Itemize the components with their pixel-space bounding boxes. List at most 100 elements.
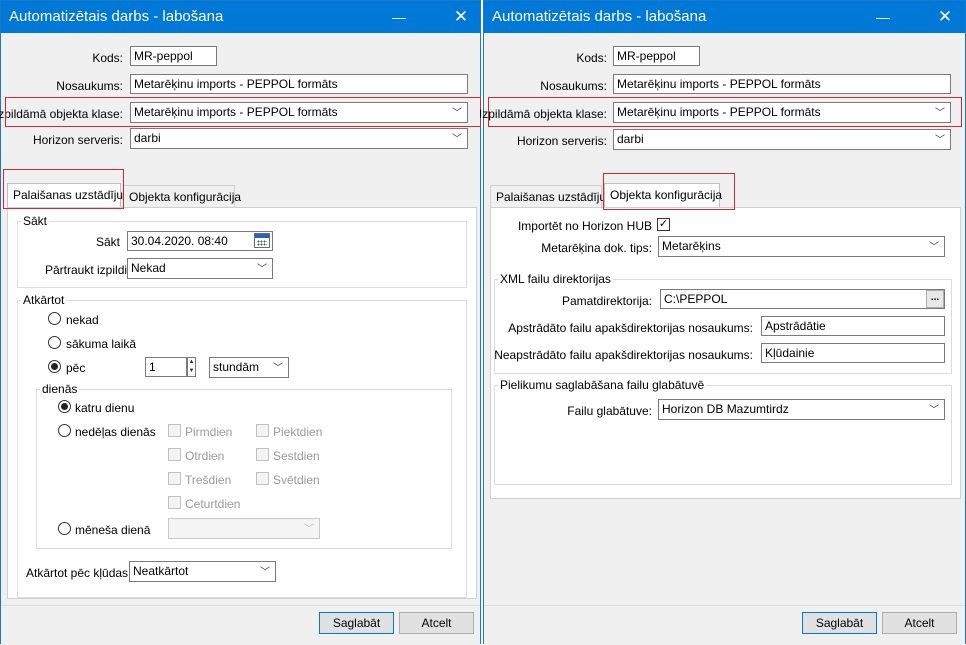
radio-katru-label: katru dienu [75, 401, 135, 415]
hub-checkbox[interactable]: ✓ [657, 218, 670, 231]
pielikumu-group-title: Pielikumu saglabāšana failu glabātuvē [498, 378, 707, 392]
radio-pec[interactable] [48, 360, 61, 373]
check-otrdien-label: Otrdien [185, 449, 225, 463]
chevron-down-icon: ﹀ [935, 135, 945, 146]
neapstr-input[interactable]: Kļūdainie [761, 343, 945, 363]
sakt-group-title: Sākt [21, 214, 50, 228]
chevron-down-icon: ﹀ [273, 363, 283, 374]
calendar-icon[interactable] [254, 233, 270, 248]
check-svetdien[interactable] [256, 472, 269, 485]
right-titlebar: Automatizētais darbs - labošana — ✕ [484, 1, 965, 33]
left-nosaukums-label: Nosaukums: [56, 79, 123, 93]
left-window-title: Automatizētais darbs - labošana [9, 8, 224, 25]
right-kods-label: Kods: [576, 51, 607, 65]
radio-nedelas-dienas[interactable] [58, 424, 71, 437]
partraukt-label: Pārtraukt izpildi [45, 263, 128, 277]
radio-menesa-label: mēneša dienā [75, 523, 151, 537]
right-window-title: Automatizētais darbs - labošana [492, 8, 707, 25]
left-serveris-value: darbi [134, 131, 161, 145]
left-dialog-window: Automatizētais darbs - labošana — ✕ Kods… [0, 0, 481, 645]
pamat-input[interactable]: C:\PEPPOL [660, 289, 945, 309]
tips-value: Metarēķins [662, 239, 721, 253]
spin-up-icon[interactable]: ▲ [188, 358, 195, 367]
menesa-diena-select[interactable]: ﹀ [168, 518, 320, 539]
right-kods-input[interactable]: MR-peppol [613, 46, 700, 66]
left-cancel-button[interactable]: Atcelt [399, 612, 474, 634]
atkartot-group-title: Atkārtot [21, 293, 67, 307]
left-close-button[interactable]: ✕ [445, 1, 477, 33]
spin-down-icon[interactable]: ▼ [188, 367, 195, 376]
left-kods-input[interactable]: MR-peppol [130, 46, 217, 66]
radio-pec-label: pēc [66, 361, 86, 375]
right-tab-highlight [603, 173, 735, 210]
right-serveris-value: darbi [617, 132, 644, 146]
kludas-select[interactable]: Neatkārtot ﹀ [129, 561, 276, 582]
right-dialog-window: Automatizētais darbs - labošana — ✕ Kods… [479, 0, 966, 645]
right-nosaukums-label: Nosaukums: [540, 79, 607, 93]
check-tresdien-label: Trešdien [185, 473, 232, 487]
pec-unit-select[interactable]: stundām ﹀ [209, 357, 289, 378]
chevron-down-icon: ﹀ [257, 264, 267, 275]
check-otrdien[interactable] [168, 448, 181, 461]
left-klase-highlight [5, 97, 481, 127]
check-ceturtdien[interactable] [168, 496, 181, 509]
check-piektdien-label: Piektdien [273, 425, 323, 439]
left-tab-highlight [3, 169, 124, 209]
pec-spinner[interactable]: ▲ ▼ [187, 357, 196, 377]
glab-value: Horizon DB Mazumtirdz [662, 402, 789, 416]
left-minimize-button[interactable]: — [383, 1, 415, 33]
radio-katru-dienu[interactable] [58, 400, 71, 413]
left-save-button[interactable]: Saglabāt [319, 612, 394, 634]
tips-label: Metarēķina dok. tips: [541, 241, 652, 255]
check-ceturtdien-label: Ceturtdien [185, 497, 241, 511]
left-kods-label: Kods: [92, 51, 123, 65]
check-piektdien[interactable] [256, 424, 269, 437]
right-tab-palaisanas[interactable]: Palaišanas uzstādījumi [490, 185, 619, 207]
chevron-down-icon: ﹀ [260, 567, 270, 578]
radio-menesa-diena[interactable] [58, 522, 71, 535]
right-cancel-button[interactable]: Atcelt [882, 612, 957, 634]
partraukt-value: Nekad [131, 261, 166, 275]
left-tab-objekta[interactable]: Objekta konfigurācija [123, 185, 241, 207]
left-serveris-select[interactable]: darbi ﹀ [130, 128, 468, 149]
tips-select[interactable]: Metarēķins ﹀ [658, 236, 945, 257]
browse-dots-button[interactable]: ... [926, 290, 944, 308]
check-sestdien[interactable] [256, 448, 269, 461]
right-serveris-select[interactable]: darbi ﹀ [613, 129, 951, 150]
check-pirmdien[interactable] [168, 424, 181, 437]
right-save-button[interactable]: Saglabāt [802, 612, 877, 634]
sakt-datetime-input[interactable]: 30.04.2020. 08:40 [127, 231, 273, 251]
radio-nekad[interactable] [48, 312, 61, 325]
partraukt-select[interactable]: Nekad ﹀ [127, 258, 273, 279]
apstr-label: Apstrādāto failu apakšdirektorijas nosau… [508, 321, 753, 335]
chevron-down-icon: ﹀ [929, 242, 939, 253]
check-tresdien[interactable] [168, 472, 181, 485]
left-nosaukums-input[interactable]: Metarēķinu imports - PEPPOL formāts [130, 74, 468, 94]
left-serveris-label: Horizon serveris: [32, 133, 123, 147]
right-serveris-label: Horizon serveris: [516, 134, 607, 148]
radio-sakuma-label: sākuma laikā [66, 337, 137, 351]
right-nosaukums-input[interactable]: Metarēķinu imports - PEPPOL formāts [613, 74, 951, 94]
chevron-down-icon: ﹀ [304, 524, 314, 535]
chevron-down-icon: ﹀ [929, 405, 939, 416]
kludas-label: Atkārtot pēc kļūdas [26, 566, 129, 580]
check-svetdien-label: Svētdien [273, 473, 320, 487]
kludas-value: Neatkārtot [133, 564, 189, 578]
dienas-group-title: dienās [40, 382, 80, 396]
radio-nekad-label: nekad [66, 313, 99, 327]
right-close-button[interactable]: ✕ [929, 1, 961, 33]
chevron-down-icon: ﹀ [452, 134, 462, 145]
neapstr-label: Neapstrādāto failu apakšdirektorijas nos… [494, 348, 753, 362]
radio-nedelas-label: nedēļas dienās [75, 425, 156, 439]
pamat-label: Pamatdirektorija: [561, 294, 652, 308]
radio-sakuma-laika[interactable] [48, 336, 61, 349]
right-minimize-button[interactable]: — [867, 1, 899, 33]
glab-label: Failu glabātuve: [567, 404, 652, 418]
right-klase-highlight [488, 97, 962, 127]
pec-unit-value: stundām [213, 360, 260, 374]
left-titlebar: Automatizētais darbs - labošana — ✕ [1, 1, 480, 33]
glab-select[interactable]: Horizon DB Mazumtirdz ﹀ [658, 399, 945, 420]
apstr-input[interactable]: Apstrādātie [761, 316, 945, 336]
check-pirmdien-label: Pirmdien [185, 425, 233, 439]
pec-count-input[interactable]: 1 [145, 357, 187, 377]
